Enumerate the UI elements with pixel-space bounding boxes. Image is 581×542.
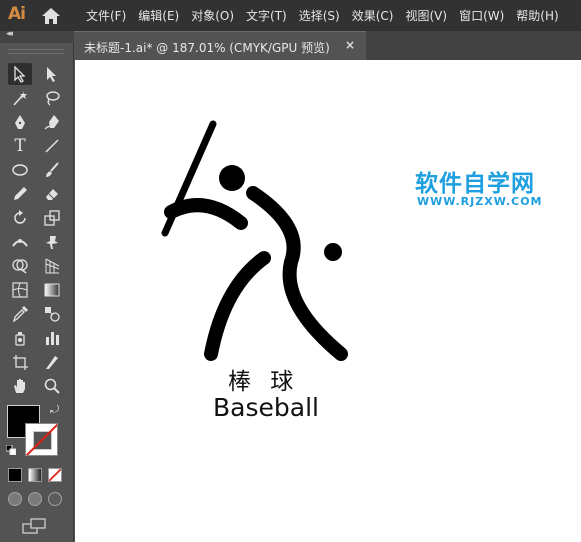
curvature-tool-icon[interactable] xyxy=(40,111,64,133)
watermark-url: WWW.RJZXW.COM xyxy=(417,195,543,208)
menu-bar: Ai 文件(F) 编辑(E) 对象(O) 文字(T) 选择(S) 效果(C) 视… xyxy=(0,0,581,31)
menu-window[interactable]: 窗口(W) xyxy=(459,7,504,24)
lasso-tool-icon[interactable] xyxy=(40,87,64,109)
pen-tool-icon[interactable] xyxy=(8,111,32,133)
type-tool-icon[interactable]: T xyxy=(8,135,32,157)
menu-select[interactable]: 选择(S) xyxy=(299,7,340,24)
width-tool-icon[interactable] xyxy=(8,231,32,253)
slice-tool-icon[interactable] xyxy=(40,351,64,373)
selection-tool-icon[interactable] xyxy=(8,63,32,85)
artboard-tool-icon[interactable] xyxy=(8,351,32,373)
eraser-tool-icon[interactable] xyxy=(40,183,64,205)
gradient-mode-button[interactable] xyxy=(28,468,42,482)
mesh-tool-icon[interactable] xyxy=(8,279,32,301)
rotate-tool-icon[interactable] xyxy=(8,207,32,229)
baseball-pictogram[interactable] xyxy=(159,112,359,372)
perspective-grid-tool-icon[interactable] xyxy=(40,255,64,277)
gradient-tool-icon[interactable] xyxy=(40,279,64,301)
document-tab[interactable]: 未标题-1.ai* @ 187.01% (CMYK/GPU 预览) × xyxy=(74,31,366,60)
direct-selection-tool-icon[interactable] xyxy=(40,63,64,85)
column-graph-tool-icon[interactable] xyxy=(40,327,64,349)
scale-tool-icon[interactable] xyxy=(40,207,64,229)
tools-panel: ◂◂ T ⤾ xyxy=(0,29,74,542)
swap-fill-stroke-icon[interactable]: ⤾ xyxy=(50,403,59,417)
panel-grip[interactable] xyxy=(8,49,64,54)
menu-help[interactable]: 帮助(H) xyxy=(516,7,558,24)
menu-object[interactable]: 对象(O) xyxy=(191,7,234,24)
menu-view[interactable]: 视图(V) xyxy=(405,7,447,24)
menu-effect[interactable]: 效果(C) xyxy=(352,7,394,24)
document-tab-title: 未标题-1.ai* @ 187.01% (CMYK/GPU 预览) xyxy=(84,41,330,55)
stroke-color-swatch[interactable] xyxy=(25,423,58,456)
magic-wand-tool-icon[interactable] xyxy=(8,87,32,109)
collapse-panel-icon[interactable]: ◂◂ xyxy=(6,29,13,39)
tools-panel-header: ◂◂ xyxy=(0,29,74,43)
artboard-canvas[interactable]: 棒 球 Baseball 软件自学网 WWW.RJZXW.COM xyxy=(75,60,581,542)
app-logo: Ai xyxy=(8,4,26,24)
caption-english: Baseball xyxy=(213,393,319,422)
paintbrush-tool-icon[interactable] xyxy=(40,159,64,181)
watermark-title: 软件自学网 xyxy=(415,171,535,197)
home-icon[interactable] xyxy=(41,7,61,25)
draw-normal-icon[interactable] xyxy=(8,492,22,506)
menu-file[interactable]: 文件(F) xyxy=(86,7,126,24)
draw-behind-icon[interactable] xyxy=(28,492,42,506)
puppet-warp-tool-icon[interactable] xyxy=(40,231,64,253)
draw-inside-icon[interactable] xyxy=(48,492,62,506)
ellipse-tool-icon[interactable] xyxy=(8,159,32,181)
type-tool-glyph: T xyxy=(14,136,26,156)
stroke-inner xyxy=(33,431,52,450)
line-segment-tool-icon[interactable] xyxy=(40,135,64,157)
default-colors-icon[interactable] xyxy=(6,445,16,455)
caption-chinese: 棒 球 xyxy=(228,369,300,395)
symbol-sprayer-tool-icon[interactable] xyxy=(8,327,32,349)
shape-builder-tool-icon[interactable] xyxy=(8,255,32,277)
blend-tool-icon[interactable] xyxy=(40,303,64,325)
document-tab-strip: 未标题-1.ai* @ 187.01% (CMYK/GPU 预览) × xyxy=(74,31,581,60)
none-mode-button[interactable] xyxy=(48,468,62,482)
eyedropper-tool-icon[interactable] xyxy=(8,303,32,325)
color-mode-button[interactable] xyxy=(8,468,22,482)
close-icon[interactable]: × xyxy=(345,38,355,52)
zoom-tool-icon[interactable] xyxy=(40,375,64,397)
menu-edit[interactable]: 编辑(E) xyxy=(138,7,179,24)
main-menu: 文件(F) 编辑(E) 对象(O) 文字(T) 选择(S) 效果(C) 视图(V… xyxy=(86,0,571,31)
menu-type[interactable]: 文字(T) xyxy=(246,7,287,24)
hand-tool-icon[interactable] xyxy=(8,375,32,397)
pencil-tool-icon[interactable] xyxy=(8,183,32,205)
change-screen-mode-icon[interactable] xyxy=(22,518,48,534)
